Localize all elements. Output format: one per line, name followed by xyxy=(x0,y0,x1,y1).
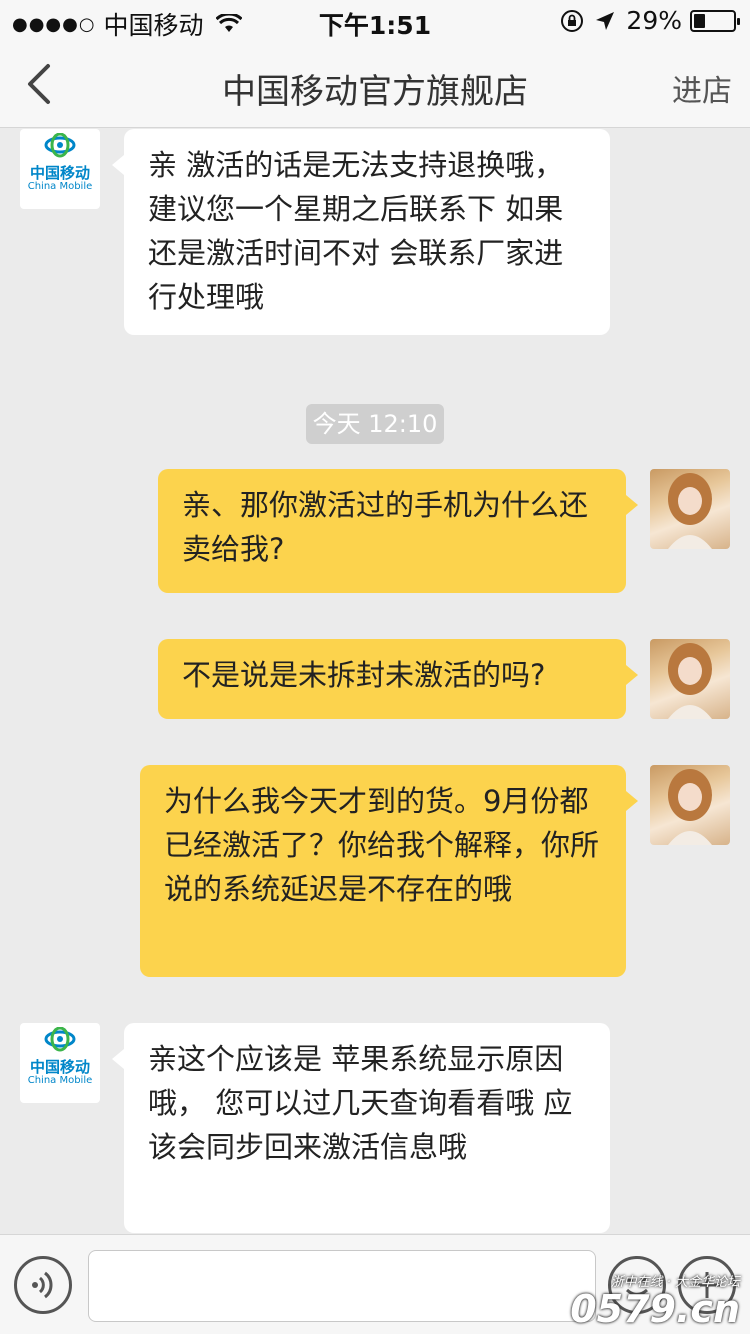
user-avatar[interactable] xyxy=(650,765,730,845)
message-bubble-outgoing[interactable]: 为什么我今天才到的货。9月份都已经激活了？你给我个解释，你所说的系统延迟是不存在… xyxy=(140,765,638,977)
battery-percent: 29% xyxy=(626,6,682,35)
message-timestamp: 今天 12:10 xyxy=(306,404,444,444)
message-bubble-outgoing[interactable]: 不是说是未拆封未激活的吗? xyxy=(158,639,638,719)
store-avatar[interactable]: 中国移动 China Mobile xyxy=(20,1023,100,1103)
store-avatar-name-en: China Mobile xyxy=(27,181,93,192)
rotation-lock-icon xyxy=(561,9,584,32)
battery-fill xyxy=(694,13,706,28)
user-avatar[interactable] xyxy=(650,639,730,719)
message-input-bar: 浙中在线 · 大金华论坛 0579.cn xyxy=(0,1234,750,1334)
store-avatar[interactable]: 中国移动 China Mobile xyxy=(20,129,100,209)
watermark-domain: 0579.cn xyxy=(570,1287,740,1331)
message-text-input[interactable] xyxy=(88,1250,596,1322)
status-right: 29% xyxy=(560,6,740,35)
user-avatar-doll-icon xyxy=(668,643,712,719)
status-bar: ●●●●○ 中国移动 下午1:51 29% xyxy=(0,0,750,40)
china-mobile-logo-icon xyxy=(44,1027,76,1052)
enter-store-button[interactable]: 进店 xyxy=(672,66,732,110)
voice-wave-icon xyxy=(32,1271,53,1299)
user-avatar[interactable] xyxy=(650,469,730,549)
message-bubble-incoming[interactable]: 亲 激活的话是无法支持退换哦， 建议您一个星期之后联系下 如果还是激活时间不对 … xyxy=(112,129,610,335)
store-avatar-name: 中国移动 xyxy=(29,164,90,182)
store-avatar-name-en: China Mobile xyxy=(27,1075,93,1086)
battery-icon xyxy=(690,9,740,32)
message-bubble-incoming[interactable]: 亲这个应该是 苹果系统显示原因哦， 您可以过几天查询看看哦 应该会同步回来激活信… xyxy=(112,1023,610,1233)
site-watermark: 浙中在线 · 大金华论坛 0579.cn xyxy=(570,1271,740,1328)
user-avatar-doll-icon xyxy=(668,473,712,549)
chat-history[interactable]: 中国移动 China Mobile 亲 激活的话是无法支持退换哦， 建议您一个星… xyxy=(0,129,750,1234)
message-bubble-outgoing[interactable]: 亲、那你激活过的手机为什么还卖给我? xyxy=(158,469,638,593)
page-title: 中国移动官方旗舰店 xyxy=(222,72,528,112)
voice-input-button[interactable] xyxy=(14,1256,72,1314)
user-avatar-doll-icon xyxy=(668,769,712,845)
navigation-bar: 中国移动官方旗舰店 进店 xyxy=(0,40,750,128)
china-mobile-logo-icon xyxy=(44,133,76,158)
store-avatar-name: 中国移动 xyxy=(29,1058,90,1076)
location-arrow-icon xyxy=(596,11,615,30)
